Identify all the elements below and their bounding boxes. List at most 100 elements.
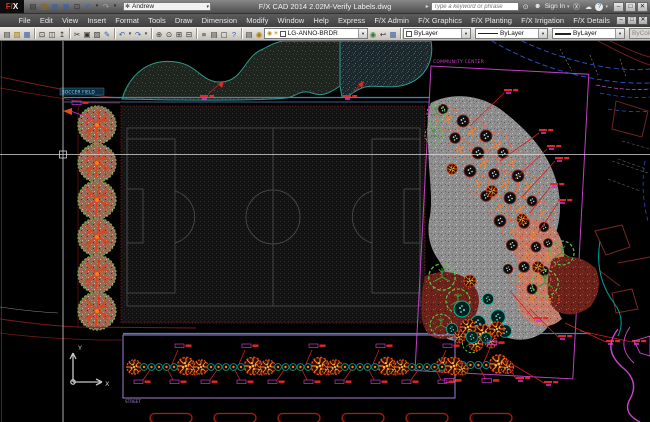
zoom-previous-tool[interactable]: ⊟ bbox=[184, 28, 194, 39]
sign-in-user-icon[interactable]: ☻ bbox=[533, 3, 543, 10]
menu-view[interactable]: View bbox=[57, 16, 82, 25]
linetype-combo-caret-icon: ▾ bbox=[538, 29, 547, 38]
redo-dropdown-tool[interactable]: ▾ bbox=[143, 28, 149, 39]
current-color-swatch bbox=[406, 31, 412, 37]
layer-manager-tool[interactable]: ▦ bbox=[388, 28, 398, 39]
workspace-switcher[interactable]: ✱ Andrew ▾ bbox=[123, 2, 211, 11]
menu-modify[interactable]: Modify bbox=[242, 16, 273, 25]
open-button[interactable]: ▧ bbox=[39, 1, 49, 12]
undo-button[interactable]: ↶ bbox=[83, 1, 93, 12]
layer-properties-tool[interactable]: ▤ bbox=[244, 28, 254, 39]
redo-dropdown[interactable]: ▾ bbox=[112, 1, 118, 12]
menu-draw[interactable]: Draw bbox=[170, 16, 197, 25]
layer-previous-tool[interactable]: ↩ bbox=[378, 28, 388, 39]
doc-close-button[interactable]: ✕ bbox=[638, 16, 648, 25]
infocenter-collapse-icon[interactable]: ▸ bbox=[426, 3, 429, 10]
tool-palettes-tool[interactable]: ▢ bbox=[219, 28, 229, 39]
doc-restore-button[interactable]: □ bbox=[627, 16, 637, 25]
document-window-controls: – □ ✕ bbox=[616, 16, 650, 25]
menu-edit[interactable]: Edit bbox=[35, 16, 57, 25]
title-bar: F/X ▤ ▧ ▦ ▦ ⊡ ↶ ▾ ↷ ▾ ✱ Andrew ▾ F/X CAD… bbox=[0, 0, 650, 13]
toolbar-separator bbox=[151, 28, 152, 39]
match-properties-tool[interactable]: ✎ bbox=[102, 28, 112, 39]
zoom-realtime-tool[interactable]: ⊙ bbox=[164, 28, 174, 39]
lineweight-sample bbox=[555, 33, 571, 35]
menu-fx-graphics[interactable]: F/X Graphics bbox=[414, 16, 467, 25]
drawing-canvas[interactable]: STREET Y X SOCCER FI bbox=[0, 41, 650, 422]
menu-fx-planting[interactable]: F/X Planting bbox=[466, 16, 516, 25]
plot-preview-tool[interactable]: ◫ bbox=[47, 28, 57, 39]
infocenter: ▸ ⊙ ☻ Sign In ▾ Ⓧ ☁ ? ▾ – □ ✕ bbox=[426, 2, 650, 12]
workspace-caret-icon: ▾ bbox=[206, 4, 209, 10]
menu-help[interactable]: Help bbox=[309, 16, 334, 25]
save-as-button[interactable]: ▦ bbox=[61, 1, 71, 12]
lineweight-combo[interactable]: ByLayer ▾ bbox=[552, 28, 625, 39]
minimize-button[interactable]: – bbox=[613, 2, 624, 12]
zoom-window-tool[interactable]: ⊞ bbox=[174, 28, 184, 39]
save-button[interactable]: ▦ bbox=[50, 1, 60, 12]
toolbar-separator bbox=[400, 28, 401, 39]
plot-tool[interactable]: ⊡ bbox=[37, 28, 47, 39]
menu-tools[interactable]: Tools bbox=[144, 16, 171, 25]
layer-combo[interactable]: ◉ ☀ LG-ANNO-BRDR ▾ bbox=[264, 28, 368, 39]
menu-format[interactable]: Format bbox=[111, 16, 144, 25]
cut-tool[interactable]: ✂ bbox=[72, 28, 82, 39]
fx-cad-logo-icon[interactable]: F/X bbox=[0, 0, 24, 13]
fx-logo-x: X bbox=[13, 2, 18, 11]
drawing-area[interactable]: STREET Y X SOCCER FI bbox=[0, 41, 650, 422]
undo-dropdown[interactable]: ▾ bbox=[94, 1, 100, 12]
open-tool[interactable]: ▧ bbox=[12, 28, 22, 39]
redo-button[interactable]: ↷ bbox=[101, 1, 111, 12]
menu-file[interactable]: File bbox=[14, 16, 35, 25]
layer-on-icon: ◉ bbox=[267, 30, 272, 37]
sign-in-link[interactable]: Sign In bbox=[545, 3, 565, 10]
pan-tool[interactable]: ⊕ bbox=[154, 28, 164, 39]
menu-fx-details[interactable]: F/X Details bbox=[569, 16, 615, 25]
color-combo-caret-icon: ▾ bbox=[461, 29, 470, 38]
menu-window[interactable]: Window bbox=[273, 16, 309, 25]
undo-tool[interactable]: ↶ bbox=[117, 28, 127, 39]
linetype-combo[interactable]: ByLayer ▾ bbox=[475, 28, 548, 39]
field-area-label[interactable]: SOCCER FIELD bbox=[62, 90, 95, 95]
street-label[interactable]: STREET bbox=[125, 399, 141, 404]
menu-fx-irrigation[interactable]: F/X Irrigation bbox=[517, 16, 569, 25]
fx-logo-f: F/ bbox=[6, 2, 13, 11]
search-input[interactable] bbox=[431, 2, 519, 11]
make-layer-current-tool[interactable]: ◉ bbox=[368, 28, 378, 39]
help-tool[interactable]: ? bbox=[229, 28, 239, 39]
menu-express[interactable]: Express bbox=[333, 16, 369, 25]
exchange-apps-icon[interactable]: Ⓧ bbox=[571, 2, 581, 12]
publish-tool[interactable]: ↥ bbox=[57, 28, 67, 39]
app-window: F/X ▤ ▧ ▦ ▦ ⊡ ↶ ▾ ↷ ▾ ✱ Andrew ▾ F/X CAD… bbox=[0, 0, 650, 422]
sports-field[interactable] bbox=[121, 106, 425, 323]
community-center-label[interactable]: COMMUNITY CENTER bbox=[433, 59, 484, 65]
layer-states-tool[interactable]: ◉ bbox=[254, 28, 264, 39]
paste-tool[interactable]: ▨ bbox=[92, 28, 102, 39]
redo-tool[interactable]: ↷ bbox=[133, 28, 143, 39]
menu-fx-admin[interactable]: F/X Admin bbox=[370, 16, 414, 25]
close-button[interactable]: ✕ bbox=[637, 2, 648, 12]
window-controls: – □ ✕ bbox=[613, 2, 648, 12]
communication-center-icon[interactable]: ☁ bbox=[583, 3, 593, 11]
qnew-button[interactable]: ▤ bbox=[28, 1, 38, 12]
layer-color-swatch bbox=[280, 31, 286, 37]
save-tool[interactable]: ▦ bbox=[22, 28, 32, 39]
menu-insert[interactable]: Insert bbox=[83, 16, 111, 25]
help-icon[interactable]: ? bbox=[595, 3, 603, 11]
copy-tool[interactable]: ▣ bbox=[82, 28, 92, 39]
help-caret-icon[interactable]: ▾ bbox=[605, 4, 608, 10]
properties-palette-tool[interactable]: ≡ bbox=[199, 28, 209, 39]
menu-bar: File Edit View Insert Format Tools Draw … bbox=[0, 13, 650, 27]
sign-in-caret-icon[interactable]: ▾ bbox=[567, 4, 570, 10]
color-combo-value: ByLayer bbox=[414, 30, 438, 37]
workspace-gear-icon: ✱ bbox=[125, 3, 130, 10]
color-combo[interactable]: ByLayer ▾ bbox=[403, 28, 471, 39]
menu-dimension[interactable]: Dimension bbox=[197, 16, 242, 25]
qnew-tool[interactable]: ▤ bbox=[2, 28, 12, 39]
toolbar-separator bbox=[196, 28, 197, 39]
plot-button[interactable]: ⊡ bbox=[72, 1, 82, 12]
designcenter-tool[interactable]: ▤ bbox=[209, 28, 219, 39]
search-icon[interactable]: ⊙ bbox=[521, 3, 531, 11]
restore-button[interactable]: □ bbox=[625, 2, 636, 12]
doc-minimize-button[interactable]: – bbox=[616, 16, 626, 25]
